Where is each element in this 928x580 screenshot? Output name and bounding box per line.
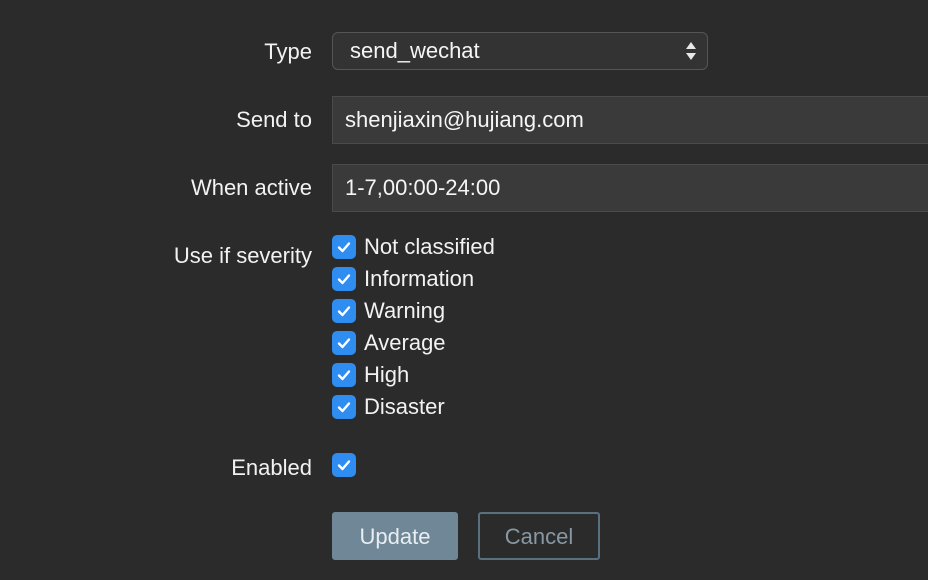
when-active-label: When active	[190, 175, 312, 200]
checkmark-icon	[337, 370, 351, 381]
enabled-label: Enabled	[231, 455, 312, 480]
severity-information[interactable]: Information	[332, 265, 474, 293]
severity-information-label: Information	[364, 266, 475, 291]
severity-information-checkbox[interactable]	[332, 267, 356, 291]
checkmark-icon	[337, 274, 351, 285]
severity-not-classified[interactable]: Not classified	[332, 233, 495, 261]
severity-disaster[interactable]: Disaster	[332, 393, 445, 421]
type-select-value: send_wechat	[350, 38, 480, 63]
severity-label: Use if severity	[173, 243, 312, 268]
severity-not-classified-label: Not classified	[364, 234, 495, 259]
enabled-row[interactable]	[332, 451, 356, 479]
severity-warning-checkbox[interactable]	[332, 299, 356, 323]
severity-not-classified-checkbox[interactable]	[332, 235, 356, 259]
severity-disaster-checkbox[interactable]	[332, 395, 356, 419]
update-button[interactable]: Update	[332, 512, 458, 560]
send-to-label: Send to	[236, 107, 312, 132]
when-active-input[interactable]	[332, 164, 928, 212]
severity-high-label: High	[364, 362, 410, 387]
enabled-checkbox[interactable]	[332, 453, 356, 477]
type-label: Type	[264, 39, 312, 64]
checkmark-icon	[337, 242, 351, 253]
checkmark-icon	[337, 306, 351, 317]
severity-average-checkbox[interactable]	[332, 331, 356, 355]
severity-average[interactable]: Average	[332, 329, 446, 357]
severity-average-label: Average	[364, 330, 446, 355]
cancel-button[interactable]: Cancel	[478, 512, 600, 560]
severity-warning[interactable]: Warning	[332, 297, 445, 325]
severity-warning-label: Warning	[364, 298, 446, 323]
type-select[interactable]: send_wechat	[332, 32, 708, 70]
updown-arrows-icon	[686, 42, 696, 60]
severity-disaster-label: Disaster	[364, 394, 445, 419]
checkmark-icon	[337, 402, 351, 413]
severity-high-checkbox[interactable]	[332, 363, 356, 387]
send-to-input[interactable]	[332, 96, 928, 144]
checkmark-icon	[337, 460, 351, 471]
checkmark-icon	[337, 338, 351, 349]
media-form: Type send_wechat Send to When active Use…	[0, 0, 928, 580]
severity-high[interactable]: High	[332, 361, 409, 389]
